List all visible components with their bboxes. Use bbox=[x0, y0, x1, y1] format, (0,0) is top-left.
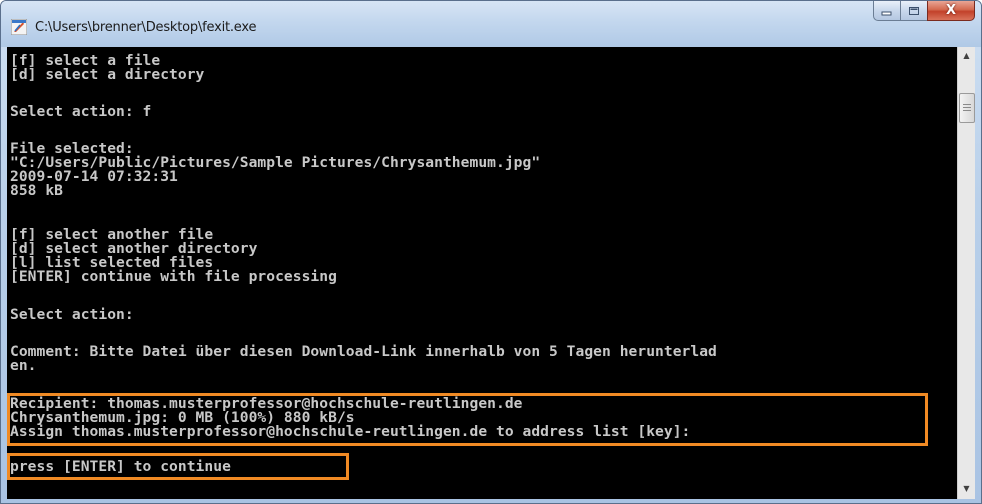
console-line: 858 kB bbox=[10, 182, 64, 199]
console-line: Select action: f bbox=[10, 103, 152, 120]
thumb-grip bbox=[963, 107, 971, 108]
caption-buttons: X bbox=[873, 1, 975, 23]
minimize-icon bbox=[881, 11, 892, 15]
console-line: [d] select a directory bbox=[10, 66, 205, 83]
console-line: Comment: Bitte Datei über diesen Downloa… bbox=[10, 343, 717, 360]
console-output[interactable]: [f] select a file [d] select a directory S… bbox=[7, 47, 957, 499]
feather-exe-icon bbox=[11, 19, 27, 35]
vertical-scrollbar[interactable]: ▲ ▼ bbox=[957, 47, 975, 499]
scroll-down-arrow-icon[interactable]: ▼ bbox=[958, 480, 975, 497]
console-window: C:\Users\brenner\Desktop\fexit.exe X [f]… bbox=[0, 0, 982, 504]
maximize-button[interactable] bbox=[900, 1, 927, 21]
console-line: en. bbox=[10, 357, 37, 374]
console-line: press [ENTER] to continue bbox=[10, 458, 231, 475]
console-line: Assign thomas.musterprofessor@hochschule… bbox=[10, 423, 691, 440]
close-icon: X bbox=[945, 3, 957, 18]
close-button[interactable]: X bbox=[927, 1, 975, 21]
scroll-thumb[interactable] bbox=[959, 93, 975, 123]
thumb-grip bbox=[963, 104, 971, 105]
title-bar[interactable]: C:\Users\brenner\Desktop\fexit.exe X bbox=[1, 1, 981, 47]
console-line: Select action: bbox=[10, 306, 134, 323]
maximize-icon bbox=[909, 6, 919, 15]
window-bottom-frame bbox=[1, 499, 981, 503]
console-line: [ENTER] continue with file processing bbox=[10, 268, 337, 285]
thumb-grip bbox=[963, 110, 971, 111]
minimize-button[interactable] bbox=[873, 1, 900, 21]
scroll-up-arrow-icon[interactable]: ▲ bbox=[958, 47, 975, 64]
window-title: C:\Users\brenner\Desktop\fexit.exe bbox=[35, 20, 257, 35]
